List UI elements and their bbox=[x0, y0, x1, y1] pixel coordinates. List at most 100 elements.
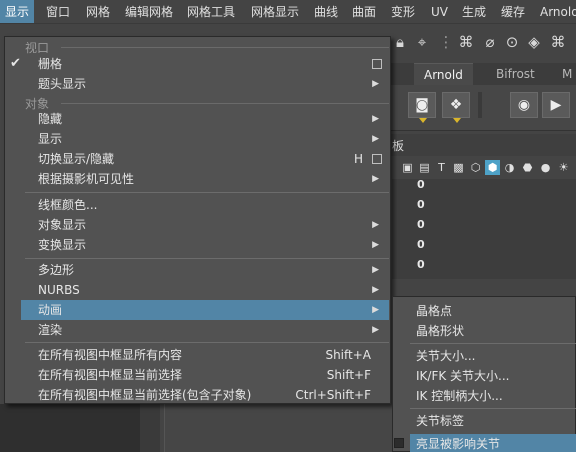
menu-cache[interactable]: 缓存 bbox=[496, 0, 530, 23]
menu-item-transform-display[interactable]: 变换显示 ▶ bbox=[21, 235, 389, 255]
menu-divider bbox=[410, 408, 576, 409]
menu-uv[interactable]: UV bbox=[426, 0, 453, 23]
menu-windows[interactable]: 窗口 bbox=[41, 0, 75, 23]
menu-item-hide[interactable]: 隐藏 ▶ bbox=[21, 109, 389, 129]
menu-item-animation[interactable]: 动画 ▶ bbox=[21, 300, 389, 320]
lock-icon[interactable]: 🔒︎ bbox=[390, 32, 410, 52]
sphere-shaded-icon[interactable]: ● bbox=[538, 160, 553, 175]
menu-item-label: IK/FK 关节大小... bbox=[416, 369, 510, 383]
light-icon[interactable]: ☀ bbox=[556, 160, 571, 175]
submenu-arrow-icon: ▶ bbox=[372, 325, 379, 335]
menu-item-frame-all[interactable]: 在所有视图中框显所有内容 Shift+A bbox=[21, 345, 389, 365]
menu-item-label: 根据摄影机可见性 bbox=[38, 172, 135, 186]
menu-item-label: IK 控制柄大小... bbox=[416, 389, 503, 403]
menu-mesh-tools[interactable]: 网格工具 bbox=[182, 0, 240, 23]
channel-value[interactable]: 0 bbox=[417, 218, 425, 231]
menu-item-label: 晶格形状 bbox=[416, 324, 465, 338]
menu-display[interactable]: 显示 bbox=[0, 0, 35, 23]
menu-item-label: 晶格点 bbox=[416, 304, 453, 318]
channel-tool-icon[interactable]: ▣ bbox=[400, 160, 415, 175]
menu-deform[interactable]: 变形 bbox=[386, 0, 420, 23]
menu-item-shortcut: Shift+A bbox=[325, 348, 371, 362]
menu-edit-mesh[interactable]: 编辑网格 bbox=[120, 0, 178, 23]
submenu-item-lattice-points[interactable]: 晶格点 bbox=[410, 301, 576, 321]
animation-submenu: 晶格点 晶格形状 关节大小... IK/FK 关节大小... IK 控制柄大小.… bbox=[392, 296, 576, 452]
menu-item-label: 多边形 bbox=[38, 263, 75, 277]
checkmark-icon: ✔ bbox=[10, 56, 21, 71]
channel-value[interactable]: 0 bbox=[417, 238, 425, 251]
snap-surface-icon[interactable]: ⌘ bbox=[548, 32, 568, 52]
magnet-cursor-icon[interactable]: ⌖ bbox=[412, 32, 432, 52]
menu-curves[interactable]: 曲线 bbox=[309, 0, 343, 23]
submenu-arrow-icon: ▶ bbox=[372, 285, 379, 295]
submenu-item-joint-labels[interactable]: 关节标签 bbox=[410, 411, 576, 431]
menu-item-label: 线框颜色... bbox=[38, 198, 98, 212]
separator-icon: ⋮ bbox=[438, 33, 454, 51]
menu-item-grid[interactable]: 栅格 bbox=[21, 54, 389, 74]
dropdown-marker-icon bbox=[419, 118, 427, 123]
channel-panel-header: 板 bbox=[380, 134, 576, 156]
snap-curve-icon[interactable]: ⌀ bbox=[480, 32, 500, 52]
menu-item-polygons[interactable]: 多边形 ▶ bbox=[21, 260, 389, 280]
channel-panel-title: 板 bbox=[392, 139, 405, 153]
menu-item-shortcut: H bbox=[353, 152, 363, 166]
shelf-divider bbox=[478, 92, 482, 118]
tab-arnold[interactable]: Arnold bbox=[414, 63, 473, 85]
menu-divider bbox=[25, 342, 389, 343]
channel-tool-icon[interactable]: ▩ bbox=[451, 160, 466, 175]
tab-more[interactable]: M bbox=[556, 63, 576, 85]
sphere-half-icon[interactable]: ◑ bbox=[502, 160, 517, 175]
menu-surfaces[interactable]: 曲面 bbox=[347, 0, 381, 23]
submenu-arrow-icon: ▶ bbox=[372, 220, 379, 230]
menu-item-nurbs[interactable]: NURBS ▶ bbox=[21, 280, 389, 300]
menu-item-camera-visibility[interactable]: 根据摄影机可见性 ▶ bbox=[21, 169, 389, 189]
submenu-item-ikfk-joint-size[interactable]: IK/FK 关节大小... bbox=[410, 366, 576, 386]
menu-item-frame-selection[interactable]: 在所有视图中框显当前选择 Shift+F bbox=[21, 365, 389, 385]
cube-shaded-icon[interactable]: ⬢ bbox=[485, 160, 500, 175]
tab-bifrost[interactable]: Bifrost bbox=[486, 63, 545, 85]
arnold-flake-icon[interactable]: ❖ bbox=[442, 92, 470, 123]
menu-mesh[interactable]: 网格 bbox=[81, 0, 115, 23]
submenu-item-highlight-influenced-joints[interactable]: 亮显被影响关节 bbox=[410, 434, 576, 452]
submenu-item-lattice-shape[interactable]: 晶格形状 bbox=[410, 321, 576, 341]
submenu-item-joint-size[interactable]: 关节大小... bbox=[410, 346, 576, 366]
render-play-icon[interactable]: ▶ bbox=[542, 92, 570, 118]
menu-item-label: 渲染 bbox=[38, 323, 63, 337]
menu-divider bbox=[25, 192, 389, 193]
menu-item-wireframe-color[interactable]: 线框颜色... bbox=[21, 195, 389, 215]
outliner-area bbox=[164, 404, 392, 452]
render-view-icon[interactable]: ◉ bbox=[510, 92, 538, 118]
text-tool-icon[interactable]: T bbox=[434, 160, 449, 175]
menu-item-hud[interactable]: 题头显示 ▶ bbox=[21, 74, 389, 94]
menu-item-label: NURBS bbox=[38, 283, 80, 297]
menubar: 显示 窗口 网格 编辑网格 网格工具 网格显示 曲线 曲面 变形 UV 生成 缓… bbox=[0, 0, 576, 24]
channel-tool-icon[interactable]: ▤ bbox=[417, 160, 432, 175]
snap-grid-icon[interactable]: ⌘ bbox=[456, 32, 476, 52]
menu-item-label: 在所有视图中框显当前选择 bbox=[38, 368, 183, 382]
menu-item-label: 亮显被影响关节 bbox=[416, 437, 501, 451]
channel-value[interactable]: 0 bbox=[417, 258, 425, 271]
snap-point-icon[interactable]: ⊙ bbox=[502, 32, 522, 52]
checkbox-icon[interactable] bbox=[394, 438, 404, 448]
snap-view-icon[interactable]: ◈ bbox=[524, 32, 544, 52]
option-box-icon[interactable] bbox=[372, 59, 382, 69]
arnold-light-icon[interactable]: ◙ bbox=[408, 92, 436, 123]
viewport-background bbox=[0, 404, 148, 452]
cube-texture-icon[interactable]: ⬣ bbox=[520, 160, 535, 175]
menu-generate[interactable]: 生成 bbox=[457, 0, 491, 23]
menu-item-rendering[interactable]: 渲染 ▶ bbox=[21, 320, 389, 340]
channel-value[interactable]: 0 bbox=[417, 178, 425, 191]
channel-value[interactable]: 0 bbox=[417, 198, 425, 211]
submenu-item-ik-handle-size[interactable]: IK 控制柄大小... bbox=[410, 386, 576, 406]
option-box-icon[interactable] bbox=[372, 154, 382, 164]
submenu-arrow-icon: ▶ bbox=[372, 240, 379, 250]
menu-item-label: 显示 bbox=[38, 132, 63, 146]
menu-item-show[interactable]: 显示 ▶ bbox=[21, 129, 389, 149]
menu-item-label: 关节大小... bbox=[416, 349, 476, 363]
menu-item-frame-selection-children[interactable]: 在所有视图中框显当前选择(包含子对象) Ctrl+Shift+F bbox=[21, 385, 389, 405]
menu-item-object-display[interactable]: 对象显示 ▶ bbox=[21, 215, 389, 235]
menu-item-toggle-show-hide[interactable]: 切换显示/隐藏 H bbox=[21, 149, 389, 169]
menu-mesh-display[interactable]: 网格显示 bbox=[246, 0, 304, 23]
menu-arnold[interactable]: Arnold bbox=[535, 0, 576, 23]
cube-wire-icon[interactable]: ⬡ bbox=[468, 160, 483, 175]
